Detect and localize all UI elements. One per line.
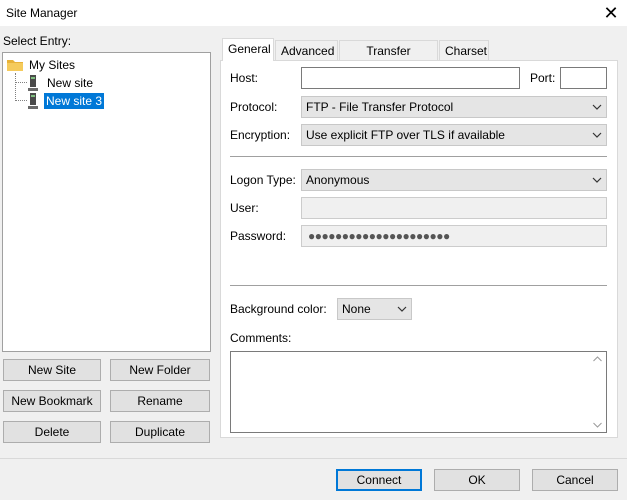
logon-type-label: Logon Type:: [230, 173, 296, 187]
comments-label: Comments:: [230, 331, 292, 345]
tab-charset[interactable]: Charset: [439, 40, 489, 60]
chevron-down-icon: [592, 132, 602, 138]
protocol-select[interactable]: FTP - File Transfer Protocol: [301, 96, 607, 118]
chevron-down-icon: [397, 306, 407, 312]
chevron-down-icon: [592, 177, 602, 183]
logon-type-select[interactable]: Anonymous: [301, 169, 607, 191]
new-bookmark-button[interactable]: New Bookmark: [3, 390, 101, 412]
connect-button[interactable]: Connect: [336, 469, 422, 491]
server-icon: [28, 93, 38, 109]
password-value: ●●●●●●●●●●●●●●●●●●●●●: [308, 229, 450, 243]
duplicate-button[interactable]: Duplicate: [110, 421, 210, 443]
encryption-value: Use explicit FTP over TLS if available: [306, 128, 505, 142]
tree-connector: [15, 100, 27, 101]
footer-divider: [0, 458, 627, 459]
window-title: Site Manager: [6, 6, 78, 20]
tab-transfer-settings[interactable]: Transfer Settings: [339, 40, 438, 78]
protocol-value: FTP - File Transfer Protocol: [306, 100, 454, 114]
background-color-value: None: [342, 302, 371, 316]
scroll-up-icon[interactable]: [593, 356, 602, 362]
comments-scrollbar[interactable]: [589, 352, 606, 432]
cancel-button[interactable]: Cancel: [532, 469, 618, 491]
tree-item-label: New site: [47, 76, 94, 90]
delete-button[interactable]: Delete: [3, 421, 101, 443]
rename-button[interactable]: Rename: [110, 390, 210, 412]
port-label: Port:: [530, 71, 556, 85]
general-panel: Host: Port: Protocol: FTP - File Transfe…: [220, 60, 618, 438]
password-input[interactable]: ●●●●●●●●●●●●●●●●●●●●●: [301, 225, 607, 247]
site-tree[interactable]: My Sites New site New site 3: [2, 52, 211, 352]
password-label: Password:: [230, 229, 287, 243]
user-label: User:: [230, 201, 259, 215]
logon-type-value: Anonymous: [306, 173, 370, 187]
scroll-down-icon[interactable]: [593, 422, 602, 428]
tree-item-label: My Sites: [29, 58, 76, 72]
tree-connector: [15, 82, 27, 83]
divider: [230, 156, 607, 157]
encryption-select[interactable]: Use explicit FTP over TLS if available: [301, 124, 607, 146]
comments-textarea[interactable]: [230, 351, 607, 433]
user-input[interactable]: [301, 197, 607, 219]
folder-icon: [7, 60, 23, 71]
new-folder-button[interactable]: New Folder: [110, 359, 210, 381]
background-color-select[interactable]: None: [337, 298, 412, 320]
tab-advanced[interactable]: Advanced: [275, 40, 338, 60]
server-icon: [28, 75, 38, 91]
protocol-label: Protocol:: [230, 100, 278, 114]
port-input[interactable]: [560, 67, 607, 89]
chevron-down-icon: [592, 104, 602, 110]
background-color-label: Background color:: [230, 302, 327, 316]
title-bar: [0, 0, 627, 26]
tab-general[interactable]: General: [222, 38, 274, 61]
close-icon[interactable]: ✕: [600, 2, 622, 24]
tree-connector: [15, 73, 16, 101]
select-entry-label: Select Entry:: [3, 34, 72, 48]
ok-button[interactable]: OK: [434, 469, 520, 491]
host-label: Host:: [230, 71, 259, 85]
host-input[interactable]: [301, 67, 520, 89]
encryption-label: Encryption:: [230, 128, 291, 142]
new-site-button[interactable]: New Site: [3, 359, 101, 381]
tree-item-label: New site 3: [44, 93, 105, 109]
divider: [230, 285, 607, 286]
